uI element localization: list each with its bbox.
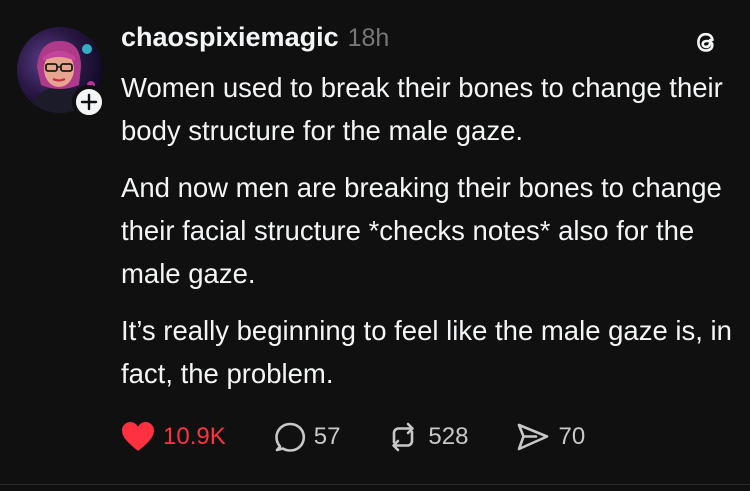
repost-arrows-icon [392,422,415,452]
threads-post: chaospixiemagic 18h Women used to break … [0,0,750,491]
username[interactable]: chaospixiemagic [121,22,339,53]
timestamp: 18h [347,24,390,52]
repost-button[interactable]: 528 [386,417,468,457]
action-bar: 10.9K 57 528 70 [121,417,585,457]
like-count: 10.9K [163,423,226,450]
post-header: chaospixiemagic 18h [121,22,389,58]
avatar-container [17,27,106,119]
divider [0,484,750,485]
heart-icon [122,422,154,451]
reply-count: 57 [313,423,341,450]
share-button[interactable]: 70 [516,417,585,457]
follow-button[interactable] [72,85,106,119]
post-paragraph: Women used to break their bones to chang… [121,72,723,146]
share-count: 70 [558,423,586,450]
reply-button[interactable]: 57 [274,417,341,457]
post-body: Women used to break their bones to chang… [121,66,736,409]
speech-bubble-icon [274,422,305,452]
post-paragraph: It’s really beginning to feel like the m… [121,315,732,389]
like-button[interactable]: 10.9K [121,417,226,457]
post-paragraph: And now men are breaking their bones to … [121,172,722,289]
repost-count: 528 [428,423,469,450]
plus-icon [80,93,98,111]
paper-plane-icon [518,423,549,451]
threads-logo-icon[interactable] [690,26,722,58]
